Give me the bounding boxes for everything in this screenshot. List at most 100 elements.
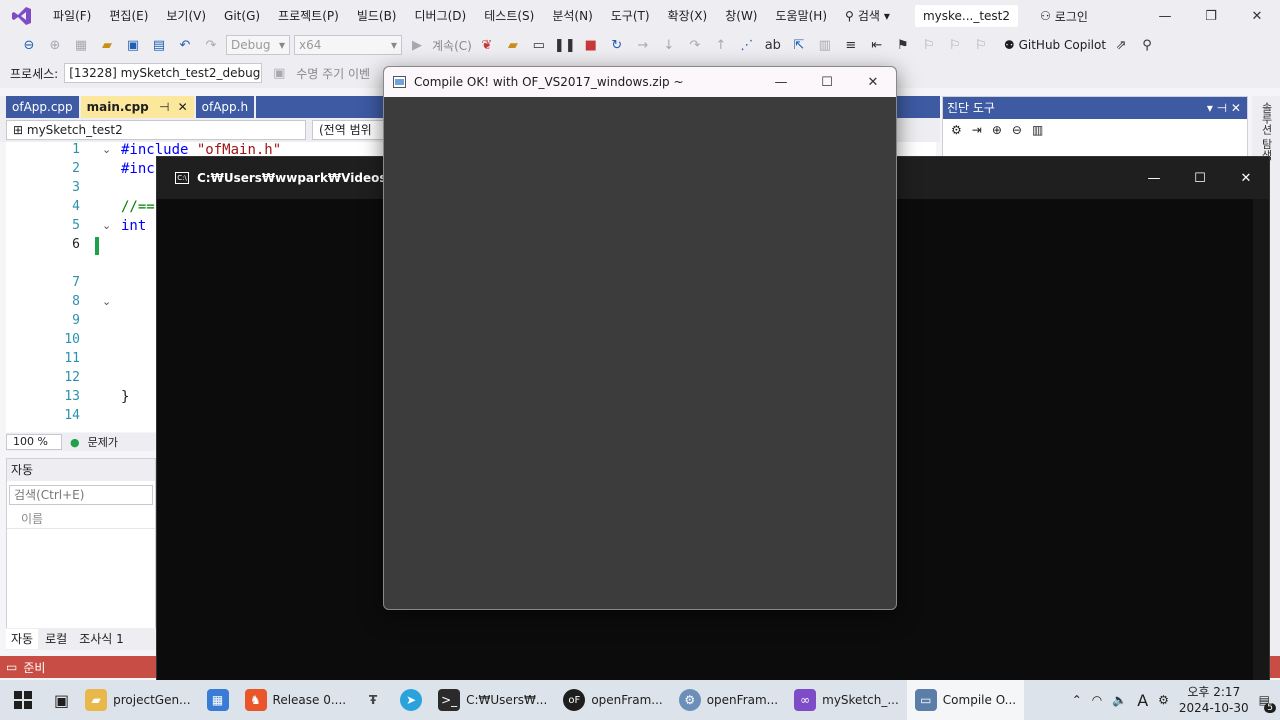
attach-icon[interactable]: ▰	[502, 34, 524, 56]
stop-icon[interactable]: ■	[580, 34, 602, 56]
taskbar-app-font[interactable]: Ŧ	[354, 680, 392, 720]
layout-icon[interactable]: ▭	[528, 34, 550, 56]
bookmark-icon[interactable]: ⚑	[892, 34, 914, 56]
tab-watch-1[interactable]: 조사식 1	[74, 629, 129, 649]
fold-toggle-icon[interactable]: ⌄	[102, 219, 111, 232]
of-canvas[interactable]	[384, 97, 896, 609]
platform-select[interactable]: x64	[294, 35, 402, 55]
chevron-up-icon[interactable]: ⌃	[1072, 693, 1082, 707]
autos-search-input[interactable]: 검색(Ctrl+E)	[9, 485, 153, 505]
pause-icon[interactable]: ❚❚	[554, 34, 576, 56]
of-minimize-button[interactable]: —	[758, 67, 804, 97]
save-icon[interactable]: ▣	[122, 34, 144, 56]
zoom-in-icon[interactable]: ⊕	[992, 123, 1002, 137]
close-tab-icon[interactable]: ✕	[178, 100, 188, 114]
solution-explorer-tab[interactable]: 솔루션 탐색	[1258, 102, 1274, 161]
vs-minimize-button[interactable]: —	[1142, 0, 1188, 32]
settings-gear-icon[interactable]: ⚙	[951, 123, 962, 137]
login-button[interactable]: ⚇ 로그인	[1040, 8, 1088, 25]
zoom-select[interactable]: 100 %	[6, 434, 62, 450]
chart-icon[interactable]: ▥	[1032, 123, 1043, 137]
clock[interactable]: 오후 2:17 2024-10-30	[1179, 684, 1249, 716]
menu-tools[interactable]: 도구(T)	[602, 0, 659, 32]
taskbar-app-terminal[interactable]: >_ C:₩Users₩...	[430, 680, 555, 720]
tab-locals[interactable]: 로컬	[40, 629, 72, 649]
console-scrollbar[interactable]	[1253, 199, 1269, 685]
menu-file[interactable]: 파일(F)	[44, 0, 100, 32]
start-button[interactable]	[0, 680, 46, 720]
taskbar-app-store[interactable]: ▦	[199, 680, 237, 720]
menu-git[interactable]: Git(G)	[215, 0, 269, 32]
taskbar-app-openframeworks[interactable]: oF openFram...	[555, 680, 670, 720]
of-close-button[interactable]: ✕	[850, 67, 896, 97]
tab-ofapp-h[interactable]: ofApp.h	[195, 96, 255, 118]
spell-check-icon[interactable]: ab	[762, 34, 784, 56]
menu-window[interactable]: 창(W)	[716, 0, 766, 32]
pin-icon[interactable]: ⊣	[159, 100, 169, 114]
console-minimize-button[interactable]: —	[1131, 157, 1177, 199]
github-copilot-button[interactable]: ⚉ GitHub Copilot	[1004, 38, 1106, 52]
tab-ofapp-cpp[interactable]: ofApp.cpp	[6, 96, 79, 118]
taskbar-app-compile-ok[interactable]: ▭ Compile O...	[906, 680, 1025, 720]
play-icon[interactable]: ▶	[406, 34, 428, 56]
taskbar-app-visual-studio[interactable]: ∞ mySketch_...	[786, 680, 907, 720]
fold-toggle-icon[interactable]: ⌄	[102, 295, 111, 308]
show-next-statement-icon[interactable]: →	[632, 34, 654, 56]
menu-build[interactable]: 빌드(B)	[348, 0, 406, 32]
share-icon[interactable]: ⇗	[1110, 34, 1132, 56]
export-icon[interactable]: ⇥	[972, 123, 982, 137]
settings-gear-icon[interactable]: ⚙	[1158, 693, 1169, 707]
console-tab[interactable]: C:\ C:₩Users₩wwpark₩Videos₩o	[157, 157, 408, 199]
next-bookmark-icon[interactable]: ⚐	[944, 34, 966, 56]
volume-icon[interactable]: 🔈	[1112, 693, 1127, 707]
menu-help[interactable]: 도움말(H)	[767, 0, 837, 32]
taskbar-app-telegram[interactable]: ➤	[392, 680, 430, 720]
notifications-button[interactable]: ▤ 5	[1259, 693, 1276, 713]
forward-icon[interactable]: ⊕	[44, 34, 66, 56]
redo-icon[interactable]: ↷	[200, 34, 222, 56]
panel-options-icon[interactable]: ▾ ⊣ ✕	[1207, 97, 1241, 119]
new-item-icon[interactable]: ▦	[70, 34, 92, 56]
pointer-icon[interactable]: ⇱	[788, 34, 810, 56]
back-icon[interactable]: ⊖	[18, 34, 40, 56]
solution-name-badge[interactable]: myske..._test2	[914, 5, 1019, 27]
menu-debug[interactable]: 디버그(D)	[406, 0, 476, 32]
tab-autos[interactable]: 자동	[6, 629, 39, 649]
feedback-icon[interactable]: ⚲	[1136, 34, 1158, 56]
taskbar-app-projectgen[interactable]: ▰ projectGen...	[77, 680, 198, 720]
tab-main-cpp[interactable]: main.cpp ⊣ ✕	[80, 96, 194, 118]
openframeworks-app-window[interactable]: Compile OK! with OF_VS2017_windows.zip ~…	[383, 66, 897, 610]
configuration-select[interactable]: Debug	[226, 35, 290, 55]
of-maximize-button[interactable]: ☐	[804, 67, 850, 97]
issues-label[interactable]: 문제가	[88, 434, 118, 450]
wifi-icon[interactable]: ◠	[1092, 693, 1102, 707]
autos-name-column[interactable]: 이름	[7, 509, 155, 529]
console-maximize-button[interactable]: ☐	[1177, 157, 1223, 199]
vs-close-button[interactable]: ✕	[1234, 0, 1280, 32]
indent-icon[interactable]: ≡	[840, 34, 862, 56]
console-close-button[interactable]: ✕	[1223, 157, 1269, 199]
taskbar-app-brave[interactable]: ♞ Release 0....	[237, 680, 355, 720]
lifecycle-events-label[interactable]: 수명 주기 이벤	[296, 65, 370, 82]
save-all-icon[interactable]: ▤	[148, 34, 170, 56]
vs-restore-button[interactable]: ❐	[1188, 0, 1234, 32]
menu-view[interactable]: 보기(V)	[157, 0, 215, 32]
undo-icon[interactable]: ↶	[174, 34, 196, 56]
zoom-out-icon[interactable]: ⊖	[1012, 123, 1022, 137]
clear-bookmarks-icon[interactable]: ⚐	[970, 34, 992, 56]
fold-toggle-icon[interactable]: ⌄	[102, 143, 111, 156]
diagnostics-icon[interactable]: ⋰	[736, 34, 758, 56]
hot-reload-icon[interactable]: ❦	[476, 34, 498, 56]
process-select[interactable]: [13228] mySketch_test2_debug.e	[64, 63, 263, 83]
of-window-titlebar[interactable]: Compile OK! with OF_VS2017_windows.zip ~…	[384, 67, 896, 97]
ime-indicator[interactable]: A	[1137, 691, 1148, 710]
search-menu[interactable]: ⚲ 검색 ▾	[836, 0, 899, 32]
continue-button[interactable]: 계속(C)	[432, 37, 472, 54]
menu-extensions[interactable]: 확장(X)	[659, 0, 717, 32]
restart-icon[interactable]: ↻	[606, 34, 628, 56]
task-view-button[interactable]: ▣	[46, 680, 77, 720]
comment-icon[interactable]: ⇤	[866, 34, 888, 56]
taskbar-app-openframeworks-2[interactable]: ⚙ openFram...	[671, 680, 786, 720]
step-into-icon[interactable]: ↓	[658, 34, 680, 56]
menu-project[interactable]: 프로젝트(P)	[269, 0, 348, 32]
